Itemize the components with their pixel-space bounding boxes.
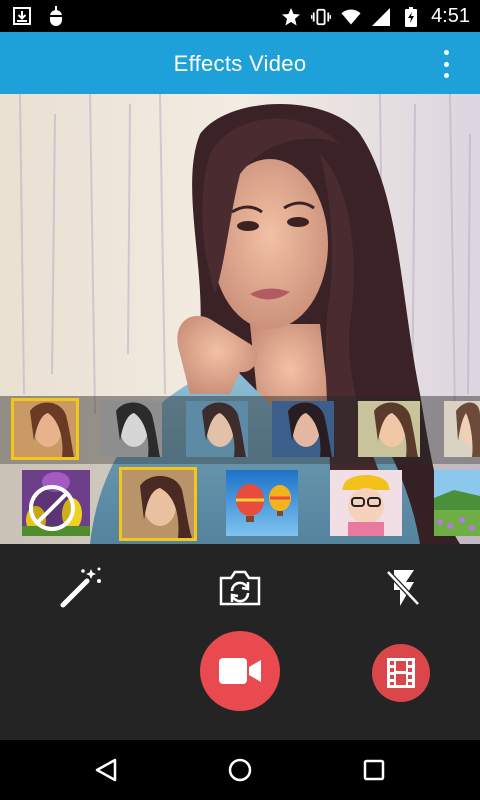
battery-icon — [401, 6, 421, 27]
filter-warm-thumb[interactable] — [358, 401, 420, 457]
status-bar: 4:51 — [0, 0, 480, 32]
film-icon — [387, 658, 415, 688]
clock: 4:51 — [431, 5, 470, 27]
filter-vintage-thumb[interactable] — [11, 398, 79, 460]
frame-none-thumb[interactable] — [22, 470, 90, 536]
flash-off-icon[interactable] — [378, 564, 426, 612]
app-title: Effects Video — [173, 51, 307, 76]
effect-filter-strip — [0, 396, 480, 464]
overflow-menu-icon[interactable] — [440, 50, 452, 78]
gallery-button[interactable] — [372, 644, 430, 702]
frame-portrait-thumb[interactable] — [119, 467, 197, 541]
recents-icon[interactable] — [354, 752, 394, 788]
filter-faded-thumb[interactable] — [444, 401, 480, 457]
frame-overlay-strip — [0, 464, 480, 544]
download-icon — [12, 6, 32, 26]
camera-controls — [0, 544, 480, 740]
magic-wand-icon[interactable] — [56, 564, 104, 612]
cell-signal-icon — [371, 7, 391, 27]
star-icon — [281, 7, 301, 27]
back-icon[interactable] — [86, 752, 126, 788]
video-camera-icon — [219, 658, 261, 684]
frame-balloons-thumb[interactable] — [226, 470, 298, 536]
filter-cool-thumb[interactable] — [186, 401, 248, 457]
home-icon[interactable] — [220, 752, 260, 788]
filter-grayscale-thumb[interactable] — [100, 401, 162, 457]
vibrate-icon — [311, 7, 332, 27]
frame-meadow-thumb[interactable] — [434, 470, 480, 536]
wifi-icon — [341, 7, 361, 27]
android-debug-icon — [46, 6, 66, 26]
navigation-bar — [0, 740, 480, 800]
record-button[interactable] — [200, 631, 280, 711]
filter-blue-thumb[interactable] — [272, 401, 334, 457]
switch-camera-icon[interactable] — [216, 564, 264, 612]
app-bar: Effects Video — [0, 32, 480, 94]
frame-kid-thumb[interactable] — [330, 470, 402, 536]
